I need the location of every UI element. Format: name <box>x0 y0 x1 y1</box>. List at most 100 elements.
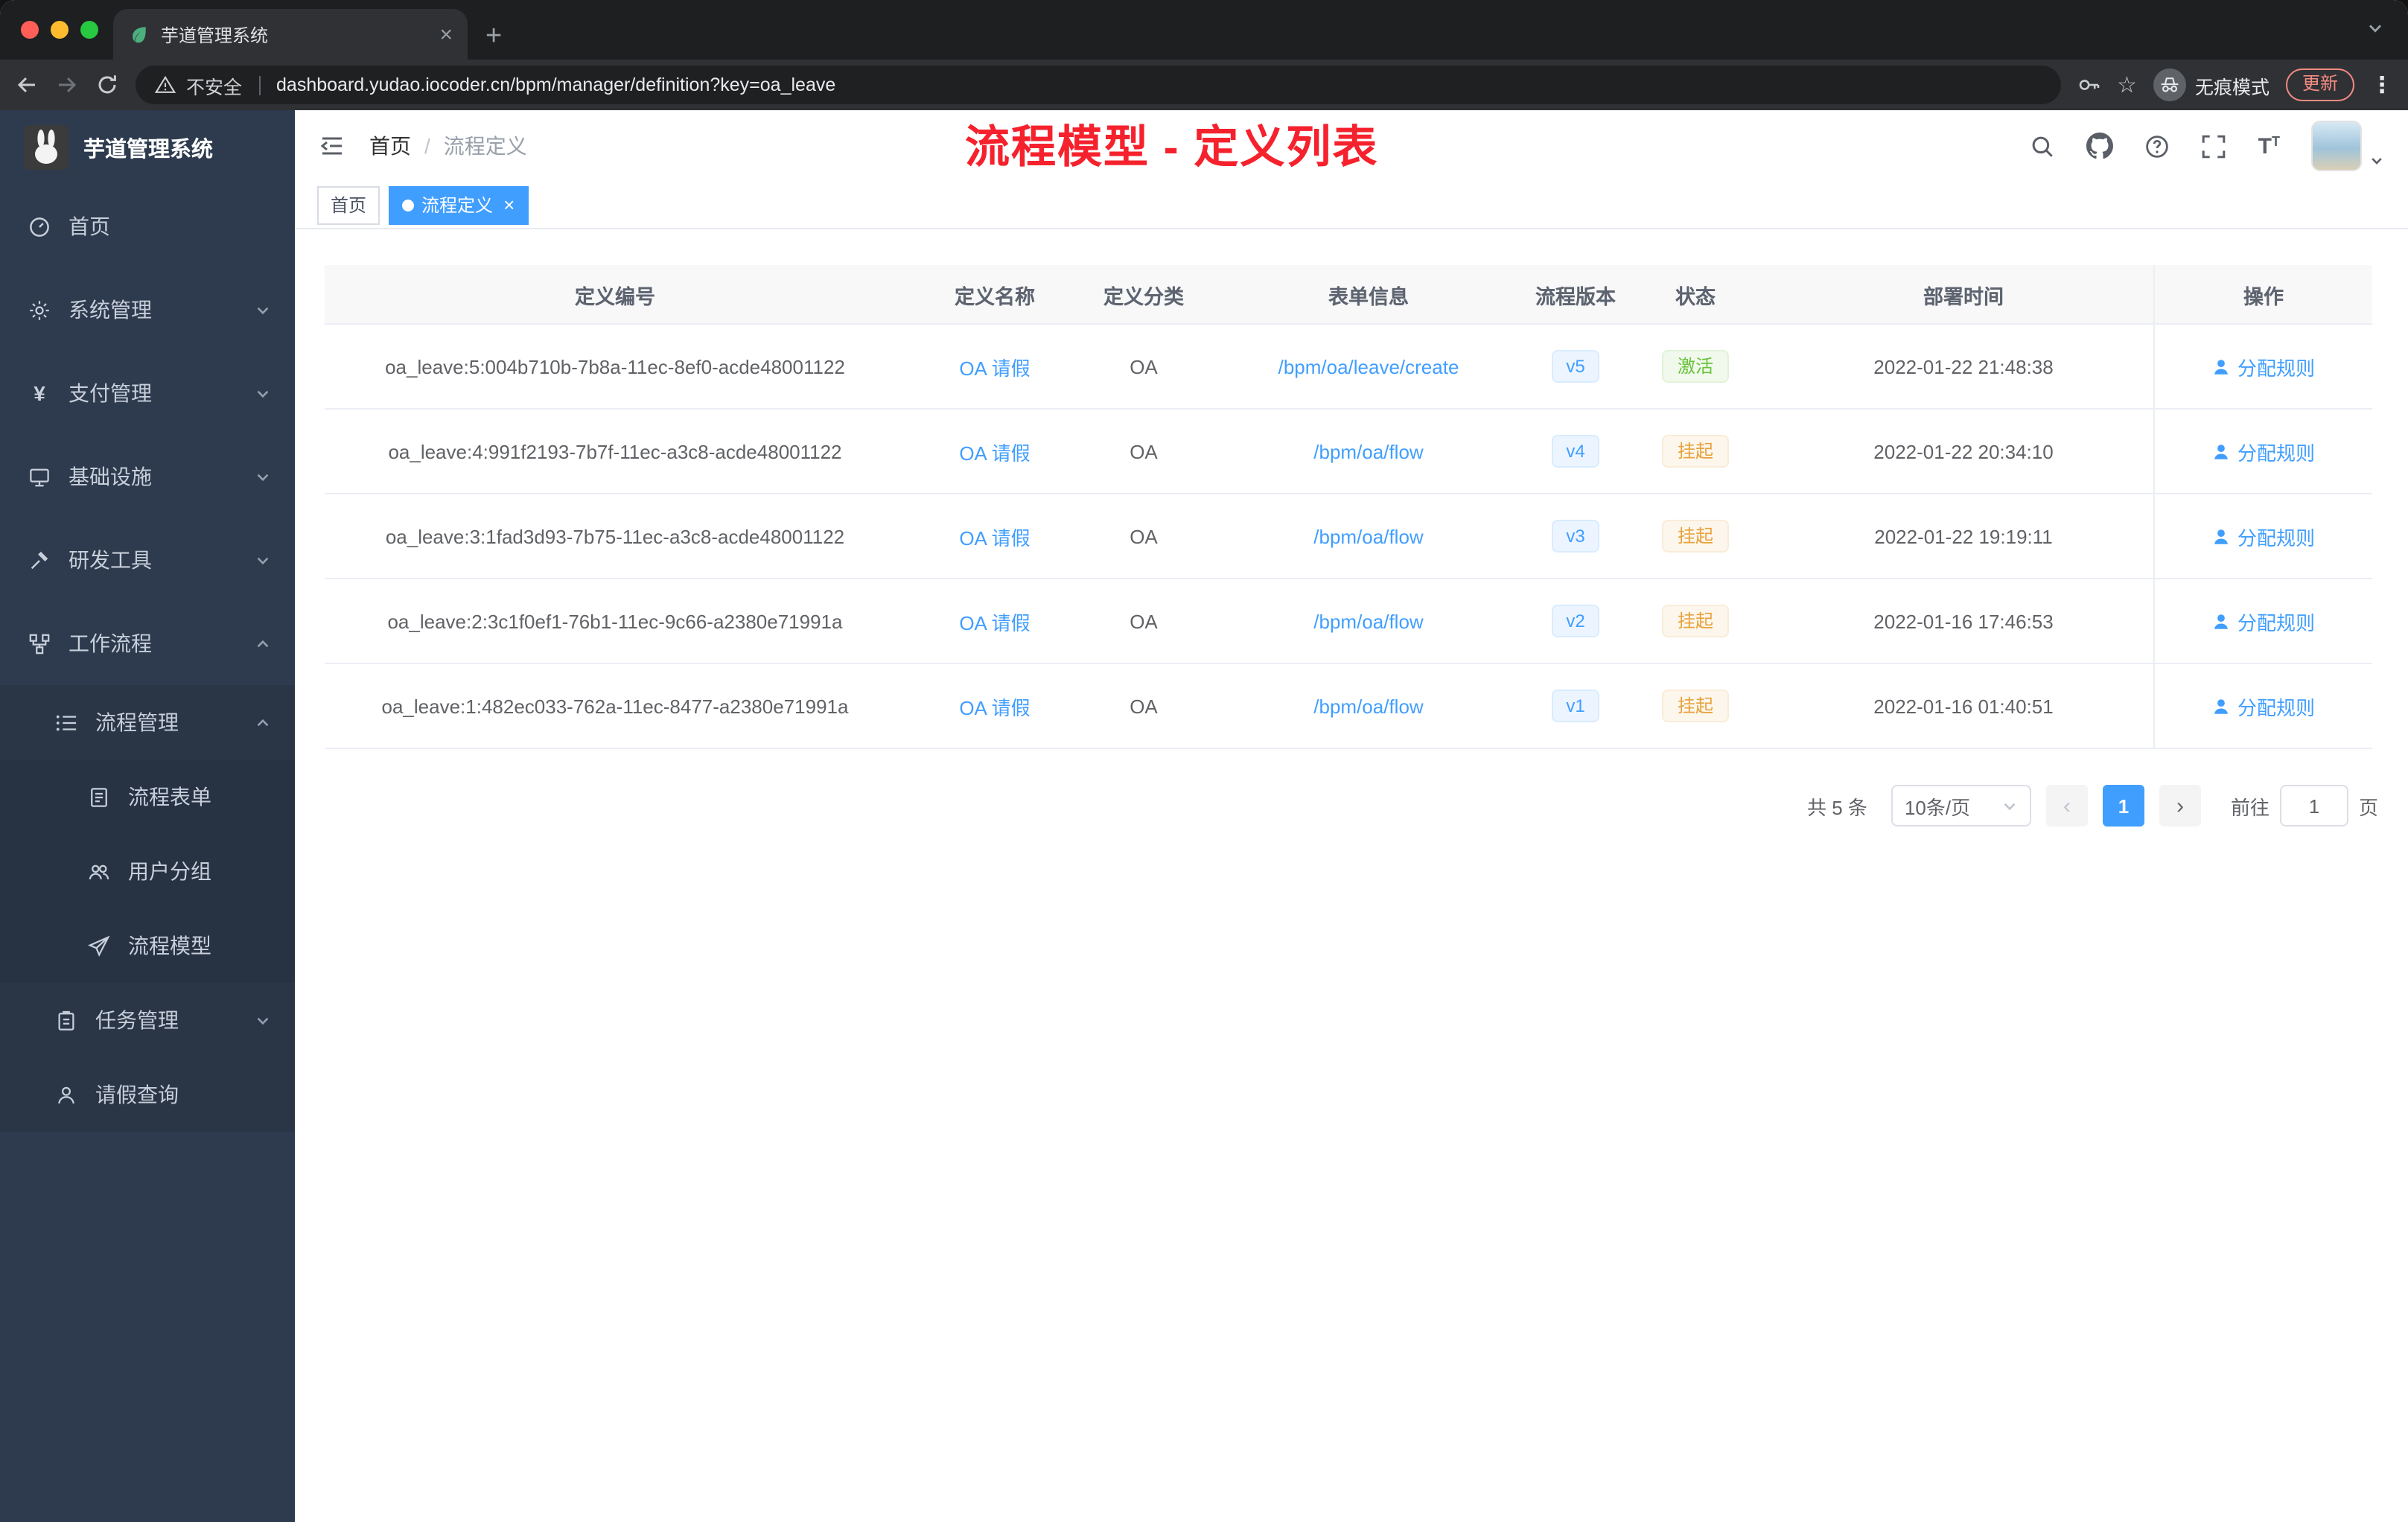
workflow-icon <box>24 632 55 655</box>
assign-rule-button[interactable]: 分配规则 <box>2212 692 2315 720</box>
col-deploy-time: 部署时间 <box>1923 285 2004 308</box>
sidebar-item-user-group[interactable]: 用户分组 <box>0 834 295 908</box>
tab-close-icon[interactable]: × <box>439 23 453 45</box>
definition-category: OA <box>1130 440 1158 462</box>
browser-tab-strip: 芋道管理系统 × + <box>0 0 2408 60</box>
window-zoom-button[interactable] <box>80 21 98 39</box>
update-button[interactable]: 更新 <box>2285 69 2354 101</box>
tab-search-chevron-icon[interactable] <box>2366 19 2384 37</box>
version-badge: v5 <box>1551 350 1600 383</box>
page-goto-input[interactable] <box>2279 785 2348 827</box>
annotation-overlay: 流程模型 - 定义列表 <box>965 124 1379 173</box>
page-content: 定义编号 定义名称 定义分类 表单信息 流程版本 状态 部署时间 操作 oa_l… <box>295 229 2408 1522</box>
fullscreen-icon[interactable] <box>2202 133 2227 159</box>
main-area: 首页 / 流程定义 TT 流程模型 - 定义列表 首页 流程定义 × 定义编号 … <box>295 110 2408 1522</box>
logo[interactable]: 芋道管理系统 <box>0 110 295 185</box>
github-icon[interactable] <box>2086 133 2114 159</box>
sidebar-item-devtools[interactable]: 研发工具 <box>0 518 295 602</box>
search-icon[interactable] <box>2030 133 2056 159</box>
back-button[interactable] <box>15 73 39 97</box>
user-icon <box>51 1083 82 1106</box>
next-page-button[interactable]: › <box>2159 785 2201 827</box>
sidebar-item-payment[interactable]: ¥ 支付管理 <box>0 351 295 435</box>
reload-button[interactable] <box>95 73 119 97</box>
logo-avatar <box>24 125 69 170</box>
form-link[interactable]: /bpm/oa/leave/create <box>1278 355 1459 378</box>
form-link[interactable]: /bpm/oa/flow <box>1313 695 1423 717</box>
col-definition-id: 定义编号 <box>575 285 655 308</box>
deploy-time: 2022-01-22 20:34:10 <box>1873 440 2054 462</box>
sidebar: 芋道管理系统 首页 系统管理 ¥ 支付管理 基础设施 研发工具 工作流程 流程管… <box>0 110 295 1522</box>
sidebar-item-infrastructure[interactable]: 基础设施 <box>0 435 295 518</box>
definition-name-link[interactable]: OA 请假 <box>959 437 1030 465</box>
sidebar-item-process-management[interactable]: 流程管理 <box>0 685 295 760</box>
current-page-button[interactable]: 1 <box>2102 785 2144 827</box>
prev-page-button[interactable]: ‹ <box>2045 785 2088 827</box>
definition-name-link[interactable]: OA 请假 <box>959 352 1030 380</box>
window-close-button[interactable] <box>21 21 39 39</box>
deploy-time: 2022-01-22 19:19:11 <box>1874 525 2053 547</box>
sidebar-item-label: 任务管理 <box>95 1008 179 1032</box>
definition-id: oa_leave:4:991f2193-7b7f-11ec-a3c8-acde4… <box>388 440 842 462</box>
browser-toolbar: 不安全 dashboard.yudao.iocoder.cn/bpm/manag… <box>0 60 2408 110</box>
sidebar-item-label: 首页 <box>69 214 110 238</box>
tag-close-icon[interactable]: × <box>503 195 515 214</box>
sidebar-item-process-model[interactable]: 流程模型 <box>0 908 295 983</box>
sidebar-item-task-management[interactable]: 任务管理 <box>0 983 295 1057</box>
col-process-version: 流程版本 <box>1535 285 1616 308</box>
user-icon <box>2215 529 2229 544</box>
definition-name-link[interactable]: OA 请假 <box>959 607 1030 635</box>
deploy-time: 2022-01-22 21:48:38 <box>1873 355 2054 378</box>
window-controls <box>21 21 98 39</box>
form-link[interactable]: /bpm/oa/flow <box>1313 440 1423 462</box>
assign-rule-button[interactable]: 分配规则 <box>2212 352 2315 380</box>
help-icon[interactable] <box>2145 133 2170 159</box>
task-icon <box>51 1009 82 1031</box>
sidebar-item-process-form[interactable]: 流程表单 <box>0 760 295 834</box>
sidebar-item-home[interactable]: 首页 <box>0 185 295 268</box>
assign-rule-button[interactable]: 分配规则 <box>2212 522 2315 550</box>
col-definition-category: 定义分类 <box>1103 285 1184 308</box>
forward-button[interactable] <box>55 73 79 97</box>
definition-name-link[interactable]: OA 请假 <box>959 692 1030 720</box>
chevron-down-icon <box>255 552 271 568</box>
tag-process-definition[interactable]: 流程定义 × <box>389 185 529 224</box>
bookmark-star-icon[interactable]: ☆ <box>2117 74 2137 96</box>
font-size-icon[interactable]: TT <box>2258 134 2280 157</box>
sidebar-item-label: 用户分组 <box>128 859 211 883</box>
sidebar-item-leave-query[interactable]: 请假查询 <box>0 1057 295 1132</box>
page-size-value: 10条/页 <box>1904 796 1971 818</box>
user-icon <box>2215 359 2229 374</box>
definition-id: oa_leave:2:3c1f0ef1-76b1-11ec-9c66-a2380… <box>387 610 843 632</box>
browser-tab[interactable]: 芋道管理系统 × <box>113 9 468 60</box>
incognito-label: 无痕模式 <box>2194 77 2270 98</box>
sidebar-item-workflow[interactable]: 工作流程 <box>0 602 295 685</box>
form-link[interactable]: /bpm/oa/flow <box>1313 610 1423 632</box>
sidebar-collapse-button[interactable] <box>319 133 345 159</box>
user-icon <box>2215 444 2229 459</box>
sidebar-item-system[interactable]: 系统管理 <box>0 268 295 351</box>
user-group-icon <box>83 860 115 882</box>
assign-rule-button[interactable]: 分配规则 <box>2212 437 2315 465</box>
window-minimize-button[interactable] <box>51 21 69 39</box>
sidebar-item-label: 流程表单 <box>128 785 211 809</box>
user-menu[interactable] <box>2311 121 2384 171</box>
definition-name-link[interactable]: OA 请假 <box>959 522 1030 550</box>
tag-home[interactable]: 首页 <box>317 185 380 224</box>
status-badge: 挂起 <box>1662 435 1728 468</box>
browser-menu-button[interactable]: ⋮ <box>2371 71 2393 98</box>
breadcrumb-home[interactable]: 首页 <box>369 131 411 161</box>
tab-title: 芋道管理系统 <box>161 25 269 45</box>
process-management-icon <box>51 711 82 733</box>
address-bar[interactable]: 不安全 dashboard.yudao.iocoder.cn/bpm/manag… <box>136 66 2061 104</box>
new-tab-button[interactable]: + <box>485 22 502 51</box>
assign-rule-button[interactable]: 分配规则 <box>2212 607 2315 635</box>
url-text: dashboard.yudao.iocoder.cn/bpm/manager/d… <box>276 74 836 95</box>
form-link[interactable]: /bpm/oa/flow <box>1313 525 1423 547</box>
sidebar-item-label: 系统管理 <box>69 298 152 322</box>
definition-id: oa_leave:1:482ec033-762a-11ec-8477-a2380… <box>381 695 849 717</box>
page-size-select[interactable]: 10条/页 <box>1891 785 2031 827</box>
sidebar-item-label: 流程模型 <box>128 934 211 958</box>
paper-plane-icon <box>83 934 115 957</box>
key-icon[interactable] <box>2077 73 2100 97</box>
